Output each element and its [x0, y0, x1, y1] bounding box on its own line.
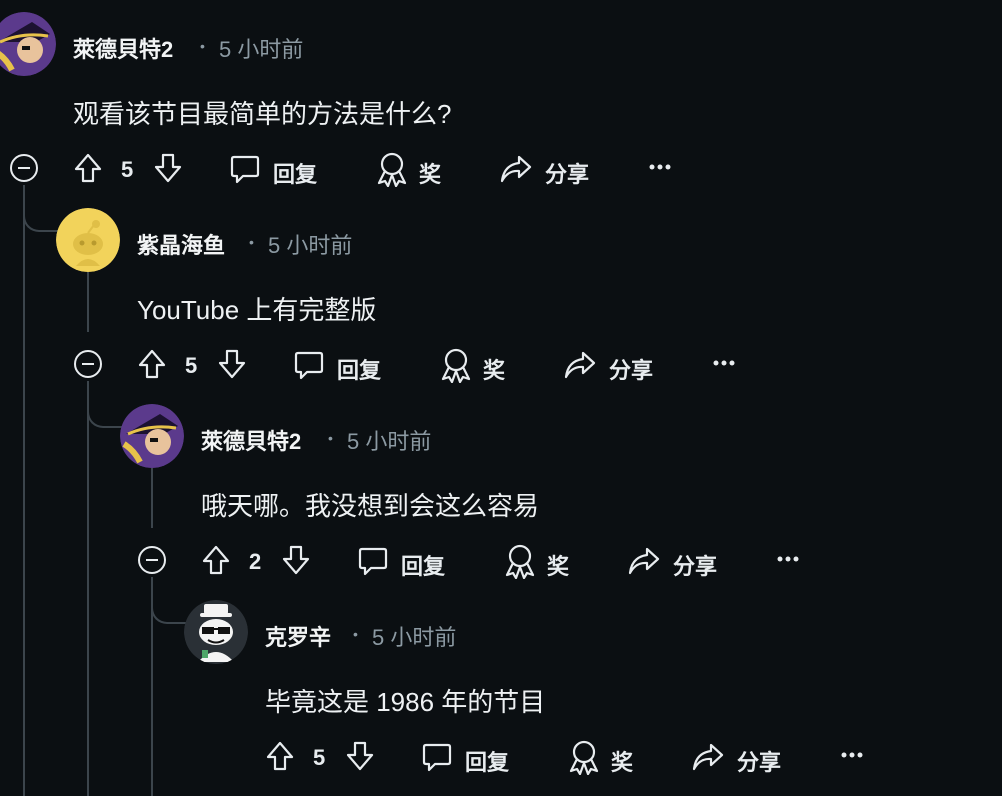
pirate-avatar[interactable]: [120, 404, 184, 468]
more-options-icon[interactable]: [713, 356, 735, 370]
comment-author[interactable]: 紫晶海鱼: [137, 228, 225, 260]
vote-count: 5: [121, 157, 134, 182]
comment-author[interactable]: 克罗辛: [265, 620, 331, 652]
share-icon: [500, 155, 532, 183]
comment-author[interactable]: 萊德貝特2: [73, 32, 173, 64]
collapse-thread-icon[interactable]: [137, 545, 167, 575]
award-icon: [441, 348, 471, 383]
collapse-thread-icon[interactable]: [73, 349, 103, 379]
reply-label: 回复: [273, 162, 318, 187]
share-label: 分享: [545, 162, 590, 187]
reply-label: 回复: [337, 358, 382, 383]
more-options-icon[interactable]: [841, 748, 863, 762]
collapse-thread-icon[interactable]: [9, 153, 39, 183]
award-label: 奖: [419, 162, 442, 187]
comment-bubble-icon: [230, 155, 260, 184]
meta-separator: •: [353, 626, 358, 642]
thread-elbow: [87, 381, 123, 428]
vote-count: 5: [313, 745, 326, 770]
award-label: 奖: [483, 358, 506, 383]
share-icon: [564, 351, 596, 379]
thread-line-level-0: [23, 185, 25, 796]
share-icon: [628, 547, 660, 575]
comment-bubble-icon: [422, 743, 452, 772]
comment-bubble-icon: [358, 547, 388, 576]
vote-count: 5: [185, 353, 198, 378]
comment-timestamp: 5 小时前: [268, 233, 353, 258]
comment-timestamp: 5 小时前: [219, 37, 304, 62]
yellow-snoo-avatar[interactable]: [56, 208, 120, 272]
upvote-icon[interactable]: [265, 740, 295, 772]
meta-separator: •: [249, 234, 254, 250]
meta-separator: •: [328, 430, 333, 446]
vote-count: 2: [249, 549, 262, 574]
comment-author[interactable]: 萊德貝特2: [201, 424, 301, 456]
share-icon: [692, 743, 724, 771]
upvote-icon[interactable]: [137, 348, 167, 380]
more-options-icon[interactable]: [777, 552, 799, 566]
comment-timestamp: 5 小时前: [347, 429, 432, 454]
downvote-icon[interactable]: [281, 544, 311, 576]
share-label: 分享: [609, 358, 654, 383]
comment-body: YouTube 上有完整版: [137, 295, 377, 325]
share-label: 分享: [673, 554, 718, 579]
snoo-sunglasses-avatar[interactable]: [184, 600, 248, 664]
downvote-icon[interactable]: [153, 152, 183, 184]
award-icon: [569, 740, 599, 775]
reply-label: 回复: [465, 750, 510, 775]
more-options-icon[interactable]: [649, 160, 671, 174]
award-icon: [377, 152, 407, 187]
award-label: 奖: [611, 750, 634, 775]
thread-elbow: [23, 185, 59, 232]
award-icon: [505, 544, 535, 579]
share-label: 分享: [737, 750, 782, 775]
upvote-icon[interactable]: [201, 544, 231, 576]
thread-line-level-1: [87, 381, 89, 796]
meta-separator: •: [200, 38, 205, 54]
pirate-avatar[interactable]: [0, 12, 56, 76]
thread-line-avatar-2: [151, 468, 153, 528]
thread-elbow: [151, 577, 187, 624]
upvote-icon[interactable]: [73, 152, 103, 184]
downvote-icon[interactable]: [217, 348, 247, 380]
reply-label: 回复: [401, 554, 446, 579]
comment-body: 哦天哪。我没想到会这么容易: [201, 491, 540, 521]
award-label: 奖: [547, 554, 570, 579]
comment-timestamp: 5 小时前: [372, 625, 457, 650]
comment-bubble-icon: [294, 351, 324, 380]
downvote-icon[interactable]: [345, 740, 375, 772]
comment-body: 观看该节目最简单的方法是什么?: [73, 99, 452, 129]
thread-line-avatar-1: [87, 272, 89, 332]
comment-body: 毕竟这是 1986 年的节目: [265, 687, 546, 717]
